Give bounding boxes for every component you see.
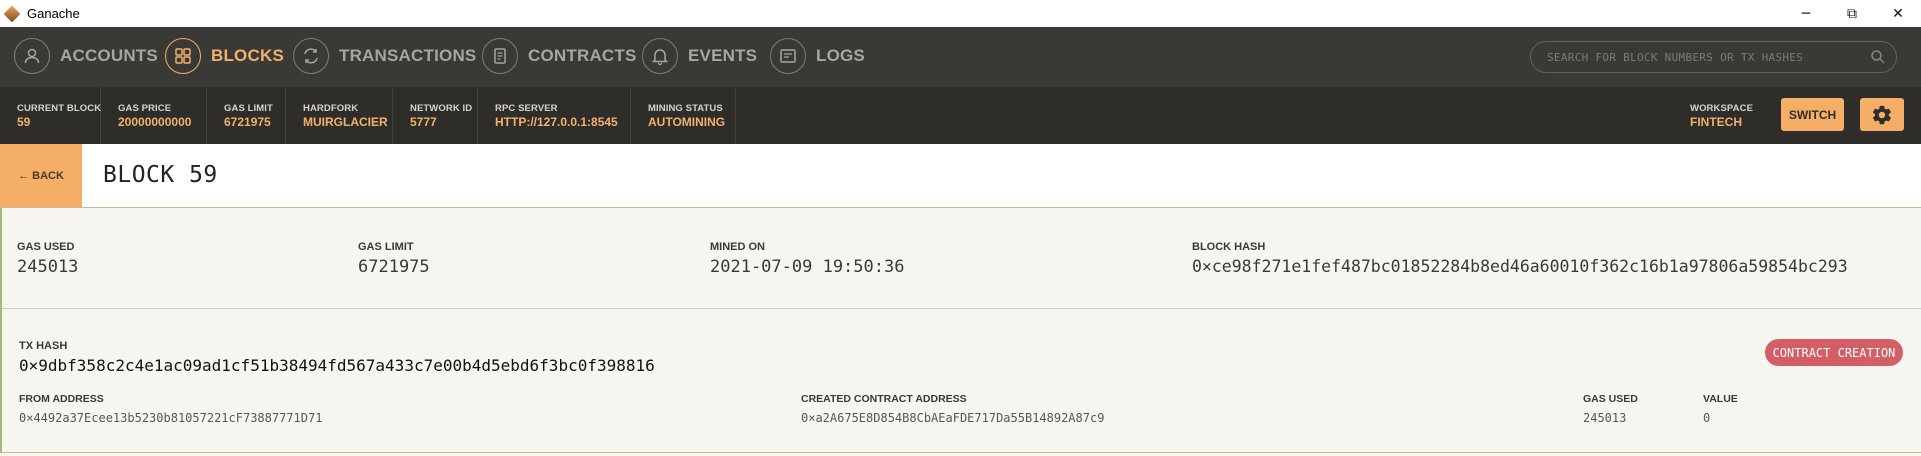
stat-value: HTTP://127.0.0.1:8545 [495, 115, 618, 129]
blocks-icon [165, 38, 201, 74]
gas-used-label: GAS USED [17, 241, 75, 253]
stat-gas-limit: GAS LIMIT 6721975 [207, 87, 286, 144]
close-button[interactable]: ✕ [1875, 0, 1921, 27]
value-value: 0 [1703, 411, 1711, 425]
tx-gas-used-label: GAS USED [1583, 393, 1638, 405]
stat-mining-status: MINING STATUS AUTOMINING [631, 87, 736, 144]
mined-on-label: MINED ON [710, 241, 765, 253]
bell-icon [642, 38, 678, 74]
gear-icon [1872, 105, 1891, 124]
back-button[interactable]: ← BACK [0, 144, 82, 207]
window-controls: ─ ⧉ ✕ [1783, 0, 1921, 27]
search-icon[interactable] [1870, 49, 1886, 65]
switch-workspace-button[interactable]: SWITCH [1781, 98, 1844, 131]
stat-value: FINTECH [1690, 115, 1742, 129]
stat-label: GAS LIMIT [224, 103, 273, 114]
status-bar: CURRENT BLOCK 59 GAS PRICE 20000000000 G… [0, 87, 1921, 144]
stat-gas-price: GAS PRICE 20000000000 [101, 87, 207, 144]
window-title: Ganache [27, 6, 80, 21]
title-bar: Ganache ─ ⧉ ✕ [0, 0, 1921, 27]
block-header: ← BACK BLOCK 59 [0, 144, 1921, 208]
row-accent-bar [0, 208, 2, 453]
stat-network-id: NETWORK ID 5777 [393, 87, 478, 144]
tx-hash-value: 0×9dbf358c2c4e1ac09ad1cf51b38494fd567a43… [19, 356, 655, 375]
nav-logs[interactable]: LOGS [770, 37, 865, 75]
contracts-icon [482, 38, 518, 74]
ganache-logo-icon [3, 5, 21, 22]
stat-value: 5777 [410, 115, 437, 129]
gas-limit-value: 6721975 [358, 257, 430, 277]
transaction-row[interactable]: TX HASH 0×9dbf358c2c4e1ac09ad1cf51b38494… [0, 310, 1921, 453]
nav-events-label: EVENTS [688, 46, 758, 65]
transactions-icon [293, 38, 329, 74]
stat-label: GAS PRICE [118, 103, 172, 114]
gas-used-value: 245013 [17, 257, 79, 277]
stat-value: MUIRGLACIER [303, 115, 388, 129]
stat-label: RPC SERVER [495, 103, 558, 114]
stat-workspace: WORKSPACE FINTECH [1673, 87, 1763, 144]
nav-accounts-label: ACCOUNTS [60, 46, 158, 65]
nav-events[interactable]: EVENTS [642, 37, 757, 75]
stat-label: MINING STATUS [648, 103, 723, 114]
main-nav: ACCOUNTS BLOCKS TRANSACTIONS CONTRACTS E… [0, 27, 1921, 87]
block-hash-value: 0×ce98f271e1fef487bc01852284b8ed46a60010… [1192, 257, 1848, 276]
nav-transactions-label: TRANSACTIONS [339, 46, 477, 65]
value-label: VALUE [1703, 393, 1738, 405]
stat-label: WORKSPACE [1690, 103, 1754, 114]
stat-value: AUTOMINING [648, 115, 726, 129]
gas-limit-label: GAS LIMIT [358, 241, 414, 253]
nav-transactions[interactable]: TRANSACTIONS [293, 37, 476, 75]
tx-hash-label: TX HASH [19, 340, 68, 352]
nav-blocks-label: BLOCKS [211, 46, 284, 65]
search-box[interactable] [1530, 41, 1897, 73]
page-title: BLOCK 59 [103, 162, 218, 188]
stat-value: 59 [17, 115, 31, 129]
created-contract-label: CREATED CONTRACT ADDRESS [801, 393, 967, 405]
settings-button[interactable] [1860, 98, 1904, 131]
from-address-value: 0×4492a37Ecee13b5230b81057221cF73887771D… [19, 411, 323, 425]
stat-current-block: CURRENT BLOCK 59 [0, 87, 101, 144]
stat-rpc-server: RPC SERVER HTTP://127.0.0.1:8545 [478, 87, 631, 144]
stat-label: CURRENT BLOCK [17, 103, 102, 114]
nav-logs-label: LOGS [816, 46, 865, 65]
nav-blocks[interactable]: BLOCKS [165, 37, 284, 75]
restore-button[interactable]: ⧉ [1829, 0, 1875, 27]
nav-accounts[interactable]: ACCOUNTS [14, 37, 158, 75]
stat-value: 20000000000 [118, 115, 192, 129]
tx-gas-used-value: 245013 [1583, 411, 1627, 425]
minimize-button[interactable]: ─ [1783, 0, 1829, 27]
stat-hardfork: HARDFORK MUIRGLACIER [286, 87, 393, 144]
stat-label: HARDFORK [303, 103, 359, 114]
search-input[interactable] [1545, 49, 1869, 65]
contract-creation-badge: CONTRACT CREATION [1765, 339, 1903, 366]
logs-icon [770, 38, 806, 74]
from-address-label: FROM ADDRESS [19, 393, 104, 405]
stat-value: 6721975 [224, 115, 271, 129]
stat-label: NETWORK ID [410, 103, 473, 114]
block-details: GAS USED 245013 GAS LIMIT 6721975 MINED … [0, 208, 1921, 309]
account-icon [14, 38, 50, 74]
mined-on-value: 2021-07-09 19:50:36 [710, 257, 905, 277]
nav-contracts-label: CONTRACTS [528, 46, 637, 65]
created-contract-value: 0×a2A675E8D854B8CbAEaFDE717Da55B14892A87… [801, 411, 1105, 425]
block-hash-label: BLOCK HASH [1192, 241, 1266, 253]
nav-contracts[interactable]: CONTRACTS [482, 37, 637, 75]
